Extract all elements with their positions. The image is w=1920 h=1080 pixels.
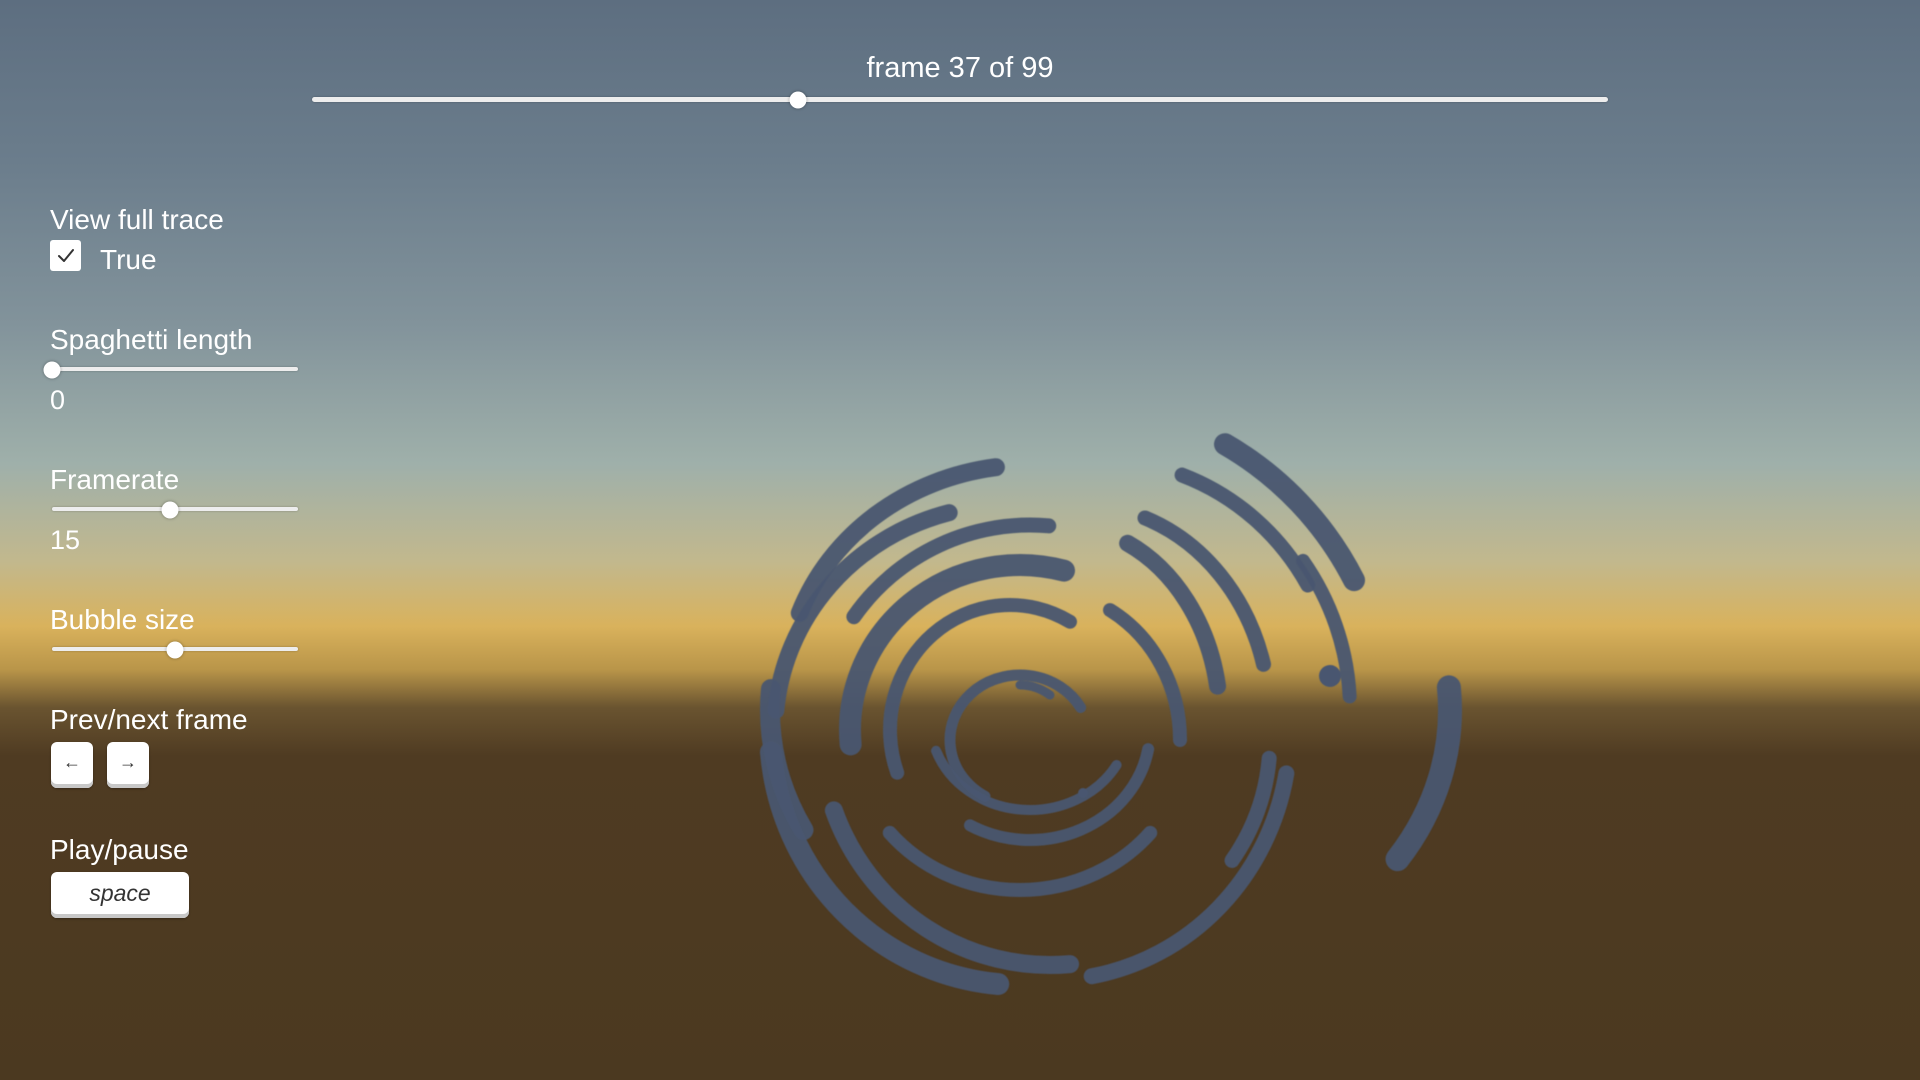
frame-slider-thumb[interactable] <box>789 91 807 109</box>
bubble-2 <box>1078 788 1088 798</box>
spaghetti-length-slider-track[interactable] <box>52 367 298 371</box>
spaghetti-length-label: Spaghetti length <box>50 324 253 355</box>
play-pause-label: Play/pause <box>50 834 189 865</box>
arrow-right-icon: → <box>119 751 137 772</box>
bubble-trace-21 <box>1385 675 1462 872</box>
checkmark-icon <box>57 248 74 262</box>
prev-next-frame-label: Prev/next frame <box>50 704 248 735</box>
spaghetti-length-value: 0 <box>50 385 66 415</box>
particle-trace-view[interactable] <box>0 0 1920 1080</box>
next-frame-button[interactable]: → <box>107 742 149 788</box>
bubble-1 <box>1319 665 1341 687</box>
play-pause-space-button[interactable]: space <box>51 872 189 918</box>
view-full-trace-value: True <box>100 244 157 275</box>
space-key-label: space <box>89 879 151 906</box>
arrow-left-icon: ← <box>63 751 81 772</box>
view-full-trace-label: View full trace <box>50 204 224 235</box>
frame-slider-track[interactable] <box>312 97 1608 102</box>
bubble-size-label: Bubble size <box>50 604 195 635</box>
bubble-trace-8 <box>1103 603 1187 747</box>
frame-counter-label: frame 37 of 99 <box>866 52 1054 84</box>
view-full-trace-checkbox[interactable] <box>50 240 81 271</box>
spaghetti-length-slider-thumb[interactable] <box>43 361 61 379</box>
framerate-label: Framerate <box>50 464 180 495</box>
framerate-value: 15 <box>50 525 81 555</box>
prev-frame-button[interactable]: ← <box>51 742 93 788</box>
bubble-trace-6 <box>1015 680 1055 700</box>
bubble-trace-7 <box>944 669 1087 802</box>
bubble-trace-18 <box>964 743 1155 846</box>
framerate-slider-thumb[interactable] <box>161 501 179 519</box>
bubble-size-slider-thumb[interactable] <box>166 641 184 659</box>
